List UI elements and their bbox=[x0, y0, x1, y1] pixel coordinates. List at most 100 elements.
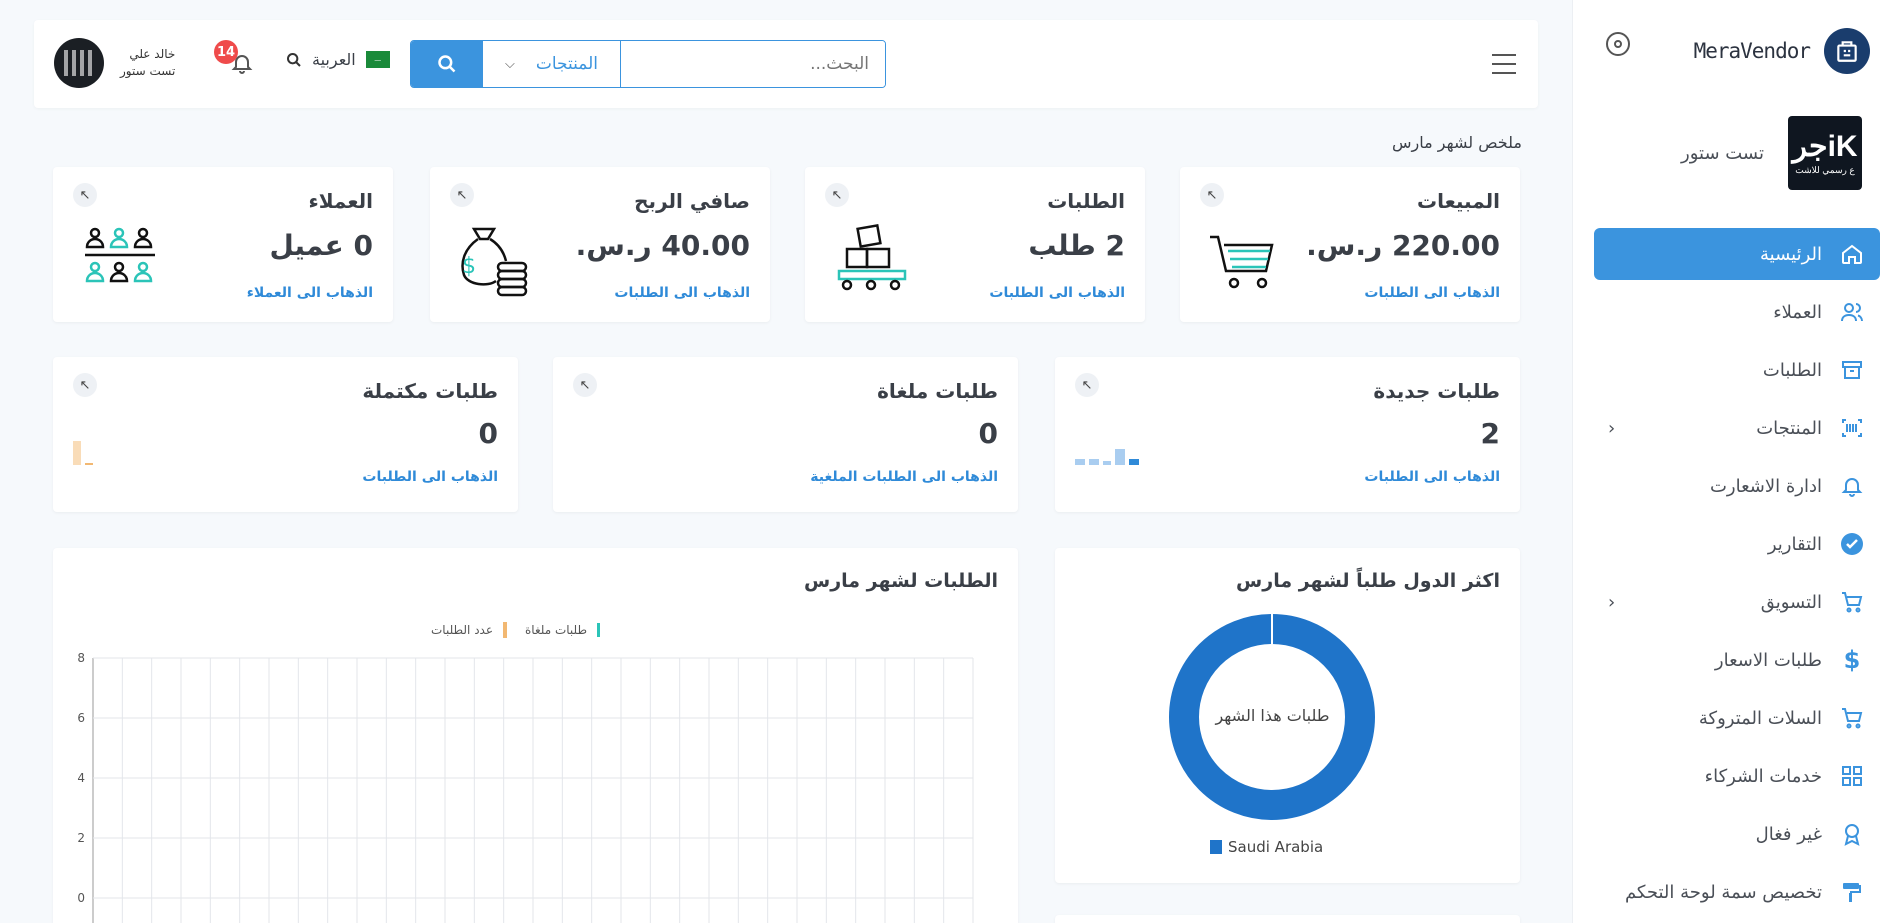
sidebar-item-label: الطلبات bbox=[1762, 359, 1822, 381]
saudi-flag-icon: — bbox=[365, 51, 390, 68]
search-input[interactable] bbox=[621, 41, 885, 87]
sidebar-item-notifications[interactable]: ادارة الاشعارت bbox=[1594, 460, 1880, 512]
card-value: 0 bbox=[978, 417, 998, 450]
legend-label[interactable]: طلبات ملغاة bbox=[525, 623, 587, 637]
card-title: طلبات مكتملة bbox=[362, 379, 498, 403]
sidebar: MeraVendor iKجر ع رسمي للاشت تست ستور ال… bbox=[1572, 0, 1900, 923]
svg-text:$: $ bbox=[462, 254, 476, 279]
avatar bbox=[54, 38, 104, 88]
expand-icon[interactable]: ↖ bbox=[73, 183, 97, 207]
sidebar-item-quotes[interactable]: $ طلبات الاسعار bbox=[1594, 634, 1880, 686]
card-title: طلبات ملغاة bbox=[877, 379, 998, 403]
customers-card: العملاء 0 عميل الذهاب الى العملاء ↖ bbox=[53, 167, 393, 322]
card-link[interactable]: الذهاب الى الطلبات الملغية bbox=[810, 469, 998, 485]
cart-icon bbox=[1838, 588, 1866, 616]
legend-swatch bbox=[503, 622, 507, 638]
user-menu[interactable]: خالد علي تست ستور bbox=[54, 38, 175, 88]
expand-icon[interactable]: ↖ bbox=[1200, 183, 1224, 207]
card-value: 0 عميل bbox=[269, 229, 373, 262]
sidebar-item-reports[interactable]: التقارير bbox=[1594, 518, 1880, 570]
sidebar-item-label: التسويق bbox=[1760, 591, 1822, 613]
legend-label: Saudi Arabia bbox=[1228, 838, 1324, 856]
grid-icon bbox=[1838, 762, 1866, 790]
sidebar-item-label: الرئيسية bbox=[1760, 243, 1822, 265]
search-bar: المنتجات ⌵ bbox=[410, 40, 886, 88]
card-link[interactable]: الذهاب الى الطلبات bbox=[989, 285, 1125, 301]
card-title: صافي الربح bbox=[634, 189, 750, 213]
sidebar-item-customers[interactable]: العملاء bbox=[1594, 286, 1880, 338]
card-value: 2 طلب bbox=[1028, 229, 1125, 262]
expand-icon[interactable]: ↖ bbox=[825, 183, 849, 207]
chevron-left-icon[interactable]: ‹ bbox=[1608, 418, 1615, 439]
chevron-left-icon[interactable]: ‹ bbox=[1608, 592, 1615, 613]
card-link[interactable]: الذهاب الى الطلبات bbox=[614, 285, 750, 301]
card-title: طلبات جديدة bbox=[1373, 379, 1500, 403]
customers-group-icon bbox=[85, 227, 155, 283]
search-button[interactable] bbox=[411, 41, 483, 87]
donut-center-label: طلبات هذا الشهر bbox=[1215, 706, 1330, 725]
card-link[interactable]: الذهاب الى الطلبات bbox=[1364, 285, 1500, 301]
store-logo: iKجر ع رسمي للاشت bbox=[1788, 116, 1862, 190]
sidebar-item-label: المنتجات bbox=[1756, 417, 1822, 439]
sidebar-item-label: خدمات الشركاء bbox=[1704, 765, 1822, 787]
search-icon[interactable] bbox=[286, 52, 302, 68]
boxes-icon bbox=[837, 223, 907, 291]
expand-icon[interactable]: ↖ bbox=[73, 373, 97, 397]
sidebar-item-label: غير فغال bbox=[1755, 823, 1822, 845]
sidebar-item-inactive[interactable]: غير فغال bbox=[1594, 808, 1880, 860]
panel-title: اكثر الدول طلباً لشهر مارس bbox=[1236, 570, 1500, 592]
next-panel bbox=[1055, 915, 1520, 923]
cancelled-orders-card: طلبات ملغاة 0 الذهاب الى الطلبات الملغية… bbox=[553, 357, 1018, 512]
sidebar-item-theme[interactable]: تخصيص سمة لوحة التحكم bbox=[1594, 866, 1880, 918]
sidebar-item-label: طلبات الاسعار bbox=[1714, 649, 1822, 671]
legend-label[interactable]: عدد الطلبات bbox=[431, 623, 493, 637]
y-tick-label: 0 bbox=[77, 891, 85, 905]
check-circle-icon bbox=[1838, 530, 1866, 558]
store-name: تست ستور bbox=[1681, 142, 1764, 164]
user-role: تست ستور bbox=[120, 64, 176, 78]
orders-card: الطلبات 2 طلب الذهاب الى الطلبات ↖ bbox=[805, 167, 1145, 322]
sidebar-item-label: التقارير bbox=[1767, 533, 1822, 555]
store-logo-text: iKجر bbox=[1792, 129, 1858, 163]
store-logo-sub: ع رسمي للاشت bbox=[1795, 164, 1855, 175]
sidebar-toggle-icon[interactable] bbox=[1606, 32, 1630, 56]
brand-logo-icon bbox=[1824, 28, 1870, 74]
chevron-down-icon: ⌵ bbox=[505, 56, 515, 72]
sidebar-menu: الرئيسية العملاء الطلبات المنتجات ‹ ادار… bbox=[1594, 228, 1880, 923]
language-switcher[interactable]: — العربية bbox=[286, 50, 390, 69]
archive-icon bbox=[1838, 356, 1866, 384]
expand-icon[interactable]: ↖ bbox=[573, 373, 597, 397]
barcode-icon bbox=[1838, 414, 1866, 442]
mini-bar-chart bbox=[1075, 449, 1139, 465]
card-link[interactable]: الذهاب الى الطلبات bbox=[362, 469, 498, 485]
users-icon bbox=[1838, 298, 1866, 326]
sidebar-item-marketing[interactable]: التسويق ‹ bbox=[1594, 576, 1880, 628]
sidebar-item-label: تخصيص سمة لوحة التحكم bbox=[1624, 881, 1822, 903]
brand[interactable]: MeraVendor bbox=[1694, 28, 1870, 74]
card-link[interactable]: الذهاب الى الطلبات bbox=[1364, 469, 1500, 485]
menu-icon[interactable] bbox=[1492, 54, 1516, 74]
y-tick-label: 6 bbox=[77, 711, 85, 725]
notification-badge: 14 bbox=[214, 40, 238, 64]
paint-roller-icon bbox=[1838, 878, 1866, 906]
new-orders-card: طلبات جديدة 2 الذهاب الى الطلبات ↖ bbox=[1055, 357, 1520, 512]
sidebar-item-abandoned-carts[interactable]: السلات المتروكة bbox=[1594, 692, 1880, 744]
topbar: المنتجات ⌵ — العربية 14 خالد علي تست ستو… bbox=[34, 20, 1538, 108]
completed-orders-card: طلبات مكتملة 0 الذهاب الى الطلبات ↖ bbox=[53, 357, 518, 512]
search-icon bbox=[438, 55, 456, 73]
sidebar-item-products[interactable]: المنتجات ‹ bbox=[1594, 402, 1880, 454]
donut-legend[interactable]: Saudi Arabia bbox=[1210, 838, 1323, 856]
search-scope-select[interactable]: المنتجات ⌵ bbox=[483, 41, 621, 87]
expand-icon[interactable]: ↖ bbox=[450, 183, 474, 207]
sidebar-item-orders[interactable]: الطلبات bbox=[1594, 344, 1880, 396]
card-link[interactable]: الذهاب الى العملاء bbox=[247, 285, 373, 301]
profit-card: صافي الربح 40.00 ر.س. الذهاب الى الطلبات… bbox=[430, 167, 770, 322]
store-info[interactable]: iKجر ع رسمي للاشت تست ستور bbox=[1681, 116, 1862, 190]
chart-legend: طلبات ملغاة عدد الطلبات bbox=[431, 622, 601, 638]
expand-icon[interactable]: ↖ bbox=[1075, 373, 1099, 397]
card-title: المبيعات bbox=[1417, 189, 1500, 213]
award-icon bbox=[1838, 820, 1866, 848]
sidebar-item-partners[interactable]: خدمات الشركاء bbox=[1594, 750, 1880, 802]
money-bag-icon: $ bbox=[461, 227, 528, 297]
sidebar-item-home[interactable]: الرئيسية bbox=[1594, 228, 1880, 280]
